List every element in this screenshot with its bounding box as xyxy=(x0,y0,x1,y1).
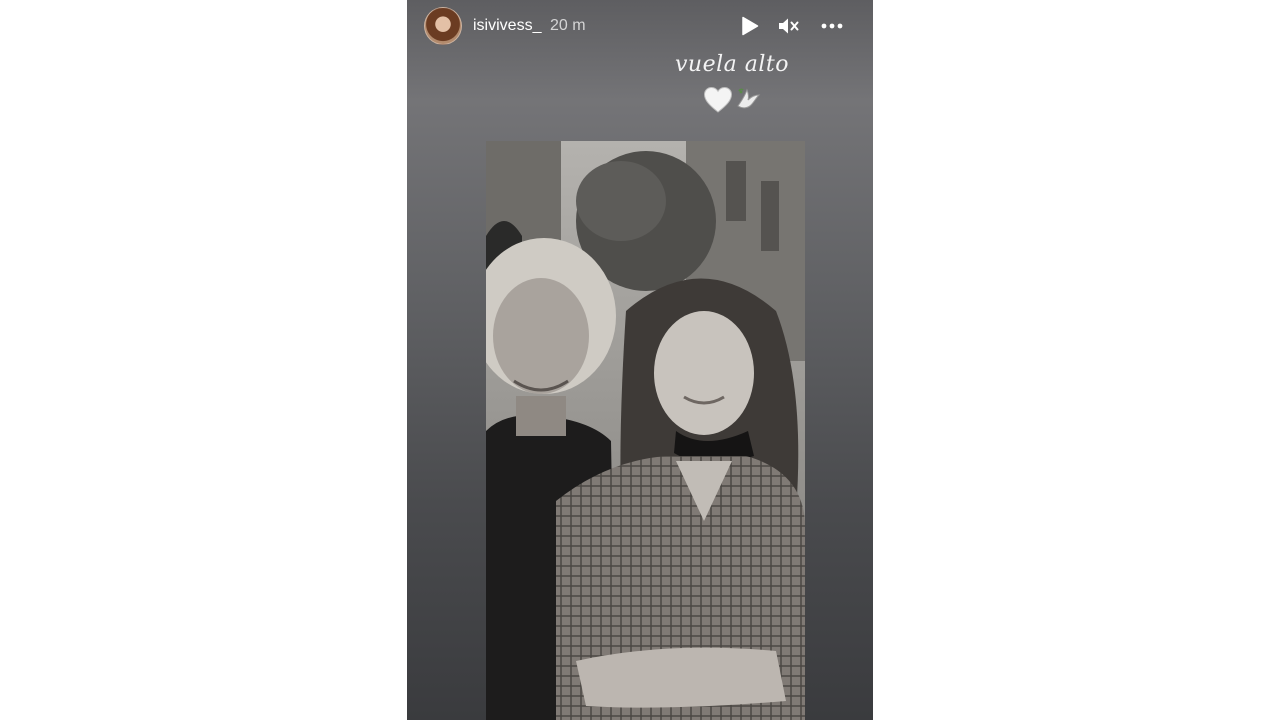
username[interactable]: isivivess_ xyxy=(473,16,541,36)
story-viewer: isivivess_ 20 m vuela alto xyxy=(407,0,873,720)
avatar[interactable] xyxy=(424,7,462,45)
story-header: isivivess_ 20 m xyxy=(407,0,873,54)
play-icon xyxy=(742,16,759,36)
muted-speaker-icon xyxy=(779,18,799,34)
play-button[interactable] xyxy=(737,13,763,39)
photo-illustration xyxy=(486,141,805,720)
white-heart-icon xyxy=(703,86,733,113)
dove-icon xyxy=(737,88,761,109)
mute-button[interactable] xyxy=(776,13,802,39)
more-options-button[interactable] xyxy=(819,13,845,39)
story-caption: vuela alto xyxy=(674,52,789,77)
timestamp: 20 m xyxy=(550,17,586,34)
story-photo[interactable] xyxy=(486,141,805,720)
emoji-sticker xyxy=(703,86,763,114)
more-options-icon xyxy=(821,23,843,29)
